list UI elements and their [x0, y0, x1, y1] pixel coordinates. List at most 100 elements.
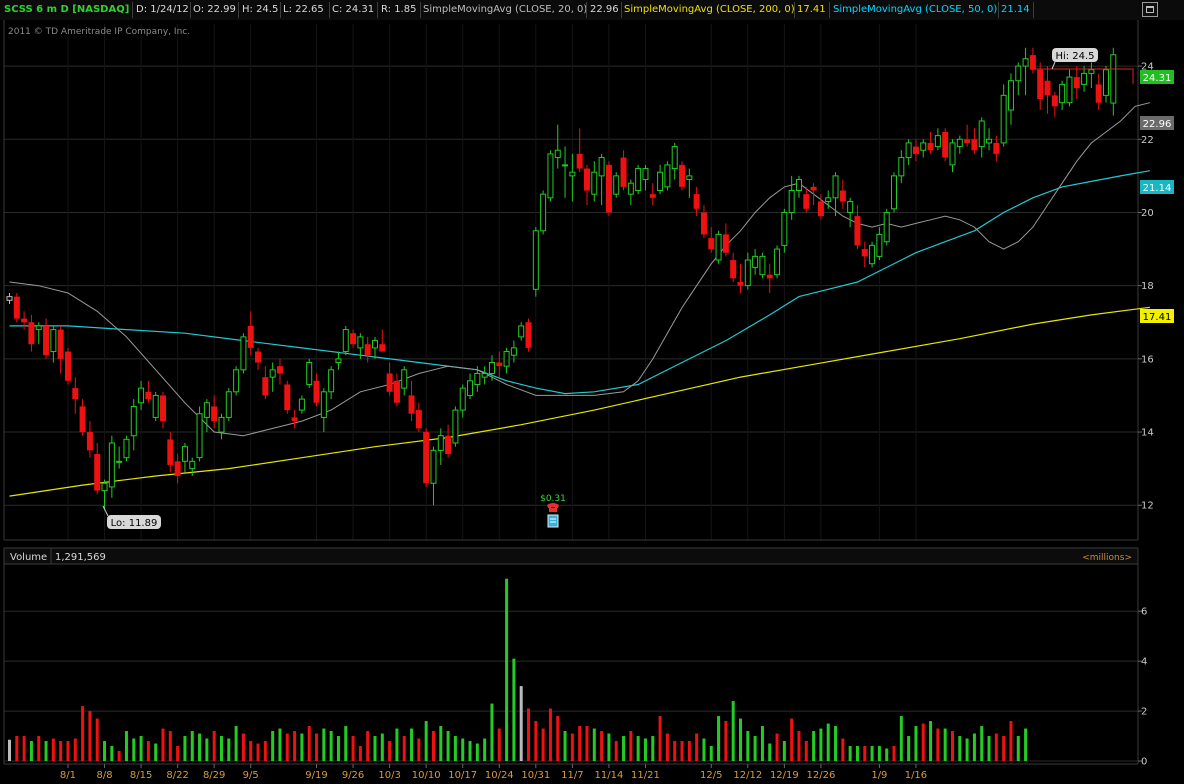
candle-body: [496, 362, 503, 367]
volume-title[interactable]: Volume: [10, 552, 47, 563]
volume-bar: [278, 728, 282, 761]
volume-bar: [29, 741, 33, 761]
date-label: 11/14: [595, 770, 624, 781]
candle-body: [971, 139, 978, 151]
candle-body: [1059, 83, 1066, 104]
candle-body: [189, 460, 196, 470]
volume-bar: [622, 736, 626, 761]
candle-body: [101, 482, 108, 492]
volume-bar: [117, 751, 121, 761]
sma20-tag-text: 22.96: [1143, 119, 1172, 130]
volume-panel-header: [3, 547, 1139, 565]
volume-bar: [570, 733, 574, 761]
date-label: 10/10: [412, 770, 441, 781]
volume-bar: [1016, 736, 1020, 761]
earnings-report-icon[interactable]: [547, 514, 559, 528]
volume-bar: [73, 738, 77, 761]
volume-bar: [768, 743, 772, 761]
candle-body: [225, 391, 232, 418]
candle-body: [1000, 94, 1007, 144]
header-divider: [280, 2, 281, 18]
volume-bar: [980, 726, 984, 761]
candle-body: [28, 322, 35, 345]
volume-bar: [512, 658, 516, 761]
candle-body: [1051, 95, 1058, 107]
candle: [540, 190, 547, 235]
candle-body: [415, 410, 422, 429]
candle-body: [525, 322, 532, 348]
volume-bar: [417, 738, 421, 761]
candle-body: [964, 139, 971, 143]
volume-bar: [629, 731, 633, 761]
last-close-tag: 24.31: [1140, 70, 1174, 84]
candle-body: [693, 194, 700, 209]
volume-bar: [154, 743, 158, 761]
volume-bar: [994, 733, 998, 761]
volume-bar: [527, 708, 531, 761]
volume-bar: [37, 736, 41, 761]
volume-bar: [505, 578, 509, 761]
volume-bar: [183, 736, 187, 761]
sma200-tag-text: 17.41: [1143, 312, 1172, 323]
candle-body: [891, 175, 898, 210]
volume-bar: [424, 721, 428, 761]
volume-bar: [658, 716, 662, 761]
candle: [635, 164, 642, 195]
candle-body: [657, 171, 664, 192]
maximize-button[interactable]: [1142, 2, 1158, 17]
sma20-study-value: 22.96: [590, 4, 619, 15]
volume-bar: [760, 726, 764, 761]
candle-body: [393, 380, 400, 403]
candle: [452, 406, 459, 447]
volume-bar: [1002, 736, 1006, 761]
volume-bar: [497, 728, 501, 761]
volume-bar: [234, 726, 238, 761]
volume-bar: [461, 738, 465, 761]
volume-bar: [146, 741, 150, 761]
candle: [423, 428, 430, 487]
copyright-text: 2011 © TD Ameritrade IP Company, Inc.: [8, 27, 190, 37]
volume-bar: [293, 731, 297, 761]
volume-bar: [59, 741, 63, 761]
candle-body: [810, 186, 817, 191]
volume-bar: [322, 728, 326, 761]
symbol-label[interactable]: SCSS 6 m D [NASDAQ]: [4, 2, 130, 18]
candle-body: [847, 200, 854, 213]
candle-body: [79, 406, 86, 433]
volume-bar: [717, 716, 721, 761]
candle-body: [722, 234, 729, 253]
candle-body: [569, 171, 576, 177]
candle-body: [160, 395, 167, 422]
candle-body: [613, 175, 620, 195]
candle-body: [94, 454, 101, 491]
candle-body: [1022, 58, 1029, 67]
candle-body: [679, 164, 686, 187]
volume-bar: [439, 726, 443, 761]
candle-body: [116, 460, 123, 463]
candle-body: [1037, 69, 1044, 100]
sma50-study-label[interactable]: SimpleMovingAvg (CLOSE, 50, 0): [833, 2, 999, 18]
volume-bar: [212, 731, 216, 761]
candle: [883, 208, 890, 246]
chart-canvas[interactable]: 2011 © TD Ameritrade IP Company, Inc. Hi…: [0, 20, 1184, 784]
candle-body: [313, 380, 320, 403]
volume-bar: [446, 731, 450, 761]
candle-body: [700, 212, 707, 235]
volume-bar: [1024, 728, 1028, 761]
candle-body: [181, 446, 188, 462]
candle-body: [1088, 69, 1095, 74]
candle-body: [481, 372, 488, 378]
date-label: 8/15: [130, 770, 152, 781]
volume-bar: [475, 743, 479, 761]
sma20-study-label[interactable]: SimpleMovingAvg (CLOSE, 20, 0): [423, 2, 587, 18]
candle: [613, 172, 620, 198]
volume-bar: [329, 731, 333, 761]
sma200-tag: 17.41: [1140, 309, 1174, 323]
volume-bar: [600, 731, 604, 761]
candle-body: [774, 248, 781, 276]
candle-body: [1029, 55, 1036, 70]
sma200-study-label[interactable]: SimpleMovingAvg (CLOSE, 200, 0): [624, 2, 796, 18]
volume-bar: [548, 708, 552, 761]
candle-body: [13, 296, 20, 319]
header-divider: [1033, 2, 1034, 18]
